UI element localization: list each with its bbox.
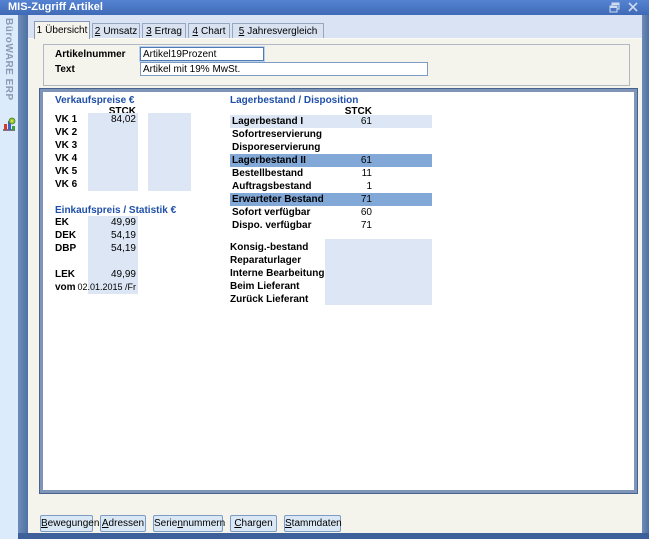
tab-number: 4	[192, 26, 198, 37]
table-row: Auftragsbestand1	[230, 180, 432, 193]
list-item: Zurück Lieferant	[230, 293, 430, 306]
tab-jahresvergleich[interactable]: 5Jahresvergleich	[232, 23, 324, 38]
chargen-button[interactable]: Chargen	[230, 515, 277, 532]
tab-uebersicht[interactable]: 1Übersicht	[34, 21, 90, 39]
right-frame-strip	[642, 15, 649, 539]
tab-label: Chart	[201, 26, 225, 37]
vk-rows: VK 184,02 VK 2 VK 3 VK 4 VK 5 VK 6	[55, 113, 138, 191]
seriennummern-button[interactable]: Seriennummern	[153, 515, 223, 532]
table-row: Disporeservierung	[230, 141, 432, 154]
tab-chart[interactable]: 4Chart	[188, 23, 230, 38]
lagerbestand-title: Lagerbestand / Disposition	[230, 95, 358, 106]
tab-label: Umsatz	[103, 26, 137, 37]
table-row: VK 2	[55, 126, 138, 139]
brand-vertical-label: BüroWARE ERP	[3, 18, 14, 113]
text-input[interactable]	[140, 62, 428, 76]
stammdaten-button[interactable]: Stammdaten	[284, 515, 341, 532]
bar-chart-icon[interactable]	[2, 116, 17, 138]
table-row: VK 5	[55, 165, 138, 178]
artikelnummer-input[interactable]	[140, 47, 264, 61]
table-row: Bestellbestand11	[230, 167, 432, 180]
titlebar: MIS-Zugriff Artikel	[0, 0, 649, 15]
table-row: LEK49,99	[55, 268, 138, 281]
table-row: Sofort verfügbar60	[230, 206, 432, 219]
table-row: VK 6	[55, 178, 138, 191]
lager-rows: Lagerbestand I61 Sofortreservierung Disp…	[230, 115, 432, 232]
special-stock-rows: Konsig.-bestand Reparaturlager Interne B…	[230, 241, 430, 306]
einkaufspreis-title: Einkaufspreis / Statistik €	[55, 205, 176, 216]
table-row: Erwarteter Bestand71	[230, 193, 432, 206]
tab-number: 3	[146, 26, 152, 37]
table-row: DEK54,19	[55, 229, 138, 242]
tab-umsatz[interactable]: 2Umsatz	[92, 23, 140, 38]
tab-label: Ertrag	[155, 26, 182, 37]
tab-number: 5	[239, 26, 245, 37]
text-label: Text	[55, 64, 75, 75]
table-row: Sofortreservierung	[230, 128, 432, 141]
table-row: EK49,99	[55, 216, 138, 229]
list-item: Beim Lieferant	[230, 280, 430, 293]
table-row: Lagerbestand I61	[230, 115, 432, 128]
tab-label: Jahresvergleich	[247, 26, 317, 37]
tab-label: Übersicht	[45, 25, 87, 36]
table-row	[55, 255, 138, 268]
table-row: Lagerbestand II61	[230, 154, 432, 167]
restore-icon[interactable]	[609, 2, 621, 13]
application-window: MIS-Zugriff Artikel BüroWARE ERP	[0, 0, 649, 539]
artikelnummer-label: Artikelnummer	[55, 49, 126, 60]
bottom-frame-strip	[18, 533, 649, 539]
list-item: Interne Bearbeitung	[230, 267, 430, 280]
table-row: VK 3	[55, 139, 138, 152]
verkaufspreise-title: Verkaufspreise €	[55, 95, 135, 106]
tab-number: 2	[95, 26, 101, 37]
vk-price-box-2	[148, 113, 191, 191]
table-row: vom02.01.2015 /Fr	[55, 281, 138, 294]
table-row: VK 4	[55, 152, 138, 165]
adressen-button[interactable]: Adressen	[100, 515, 146, 532]
tab-number: 1	[37, 25, 43, 36]
window-title: MIS-Zugriff Artikel	[8, 0, 103, 15]
list-item: Konsig.-bestand	[230, 241, 430, 254]
left-frame-strip	[18, 15, 28, 539]
ek-rows: EK49,99 DEK54,19 DBP54,19 LEK49,99 vom02…	[55, 216, 138, 294]
bewegungen-button[interactable]: Bewegungen	[40, 515, 93, 532]
tab-ertrag[interactable]: 3Ertrag	[142, 23, 186, 38]
close-icon[interactable]	[627, 2, 639, 13]
table-row: VK 184,02	[55, 113, 138, 126]
list-item: Reparaturlager	[230, 254, 430, 267]
table-row: Dispo. verfügbar71	[230, 219, 432, 232]
table-row: DBP54,19	[55, 242, 138, 255]
